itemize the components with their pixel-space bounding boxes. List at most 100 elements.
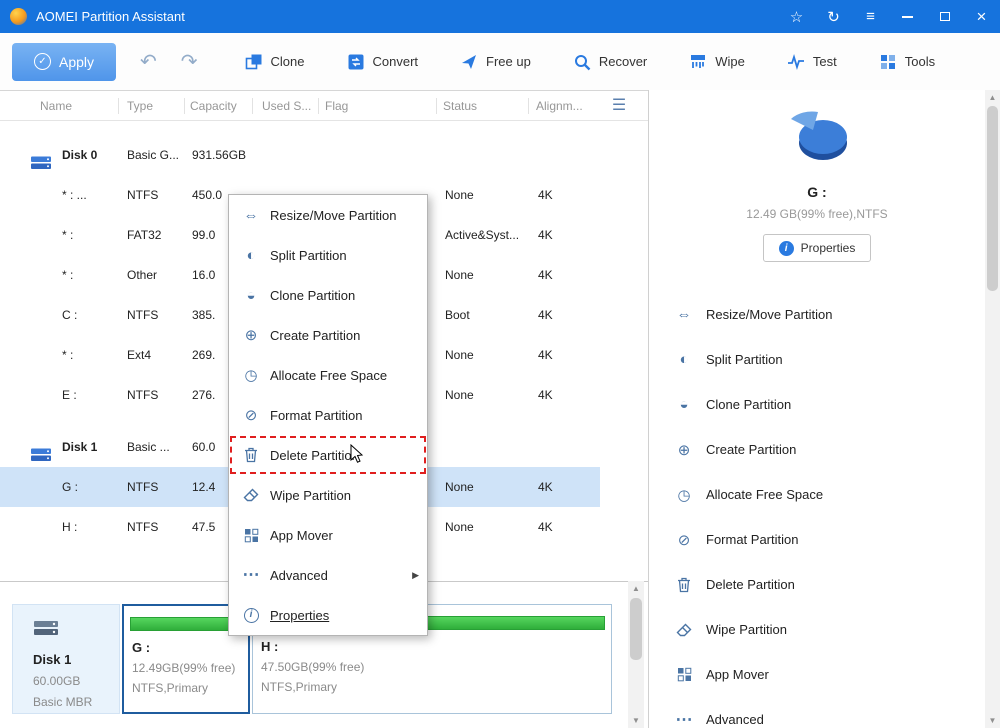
- menu-item-app-mover[interactable]: App Mover: [229, 515, 427, 555]
- cell-status: Boot: [445, 308, 470, 322]
- star-icon[interactable]: ☆: [778, 0, 815, 33]
- menu-item-split-partition[interactable]: Split Partition: [229, 235, 427, 275]
- properties-button[interactable]: i Properties: [763, 234, 871, 262]
- context-menu: Resize/Move Partition Split Partition Cl…: [228, 194, 428, 636]
- scroll-down-icon[interactable]: ▼: [985, 713, 1000, 728]
- scrollbar-thumb[interactable]: [987, 106, 998, 291]
- cell-type: FAT32: [127, 228, 162, 242]
- menu-item-clone-partition[interactable]: Clone Partition: [229, 275, 427, 315]
- cell-capacity: 269.: [192, 348, 216, 362]
- scroll-up-icon[interactable]: ▲: [985, 90, 1000, 105]
- cell-name: * : ...: [62, 188, 87, 202]
- scroll-up-icon[interactable]: ▲: [628, 581, 644, 596]
- partition-pie-chart: [649, 108, 985, 170]
- toolbar-button-recover[interactable]: Recover: [552, 42, 668, 82]
- clone-icon: [242, 287, 260, 304]
- maximize-button[interactable]: [926, 0, 963, 33]
- column-header-alignment[interactable]: Alignm...: [536, 91, 583, 121]
- toolbar-button-label: Clone: [270, 54, 305, 69]
- scrollbar-thumb[interactable]: [630, 598, 642, 660]
- action-label: Wipe Partition: [706, 622, 787, 637]
- action-label: Create Partition: [706, 442, 797, 457]
- action-label: Advanced: [706, 712, 764, 727]
- cell-type: Ext4: [127, 348, 152, 362]
- table-row-disk0[interactable]: Disk 0 Basic G... 931.56GB: [0, 135, 600, 175]
- advanced-icon: [242, 565, 260, 585]
- action-label: App Mover: [706, 667, 769, 682]
- format-icon: [675, 531, 693, 549]
- action-label: Resize/Move Partition: [706, 307, 833, 322]
- cell-status: None: [445, 520, 474, 534]
- toolbar-button-wipe[interactable]: Wipe: [668, 42, 766, 82]
- mouse-cursor: [350, 443, 364, 469]
- menu-item-resize-move-partition[interactable]: Resize/Move Partition: [229, 195, 427, 235]
- cell-status: None: [445, 480, 474, 494]
- freeup-icon: [460, 53, 478, 71]
- column-header-used[interactable]: Used S...: [262, 91, 311, 121]
- undo-icon[interactable]: ↶: [140, 52, 157, 72]
- toolbar-button-clone[interactable]: Clone: [224, 42, 326, 82]
- toolbar-button-convert[interactable]: Convert: [326, 42, 440, 82]
- menu-item-wipe-partition[interactable]: Wipe Partition: [229, 475, 427, 515]
- sidebar-action-clone-partition[interactable]: Clone Partition: [649, 382, 985, 427]
- menu-item-label: Resize/Move Partition: [270, 207, 397, 223]
- app-mover-icon: [675, 667, 693, 682]
- selected-partition-info: 12.49 GB(99% free),NTFS: [746, 207, 888, 221]
- toolbar-button-test[interactable]: Test: [766, 42, 858, 82]
- close-button[interactable]: ×: [963, 0, 1000, 33]
- redo-icon[interactable]: ↷: [181, 52, 198, 72]
- sidebar-action-delete-partition[interactable]: Delete Partition: [649, 562, 985, 607]
- submenu-arrow-icon: ▶: [412, 569, 419, 580]
- header-separator: [252, 98, 253, 114]
- sidebar-action-format-partition[interactable]: Format Partition: [649, 517, 985, 562]
- refresh-icon[interactable]: ↻: [815, 0, 852, 33]
- menu-item-label: Delete Partition: [270, 447, 359, 463]
- minimize-button[interactable]: [889, 0, 926, 33]
- menu-item-format-partition[interactable]: Format Partition: [229, 395, 427, 435]
- header-separator: [118, 98, 119, 114]
- column-header-flag[interactable]: Flag: [325, 91, 348, 121]
- action-label: Delete Partition: [706, 577, 795, 592]
- sidebar-action-advanced[interactable]: Advanced: [649, 697, 985, 728]
- test-icon: [787, 53, 805, 71]
- action-list: Resize/Move Partition Split Partition Cl…: [649, 292, 985, 728]
- cell-status: None: [445, 268, 474, 282]
- toolbar-button-label: Test: [812, 54, 837, 69]
- wipe-icon: [242, 488, 260, 502]
- menu-item-create-partition[interactable]: Create Partition: [229, 315, 427, 355]
- column-options-icon[interactable]: ☰: [606, 91, 632, 121]
- sidebar-action-app-mover[interactable]: App Mover: [649, 652, 985, 697]
- sidebar-action-allocate-free-space[interactable]: Allocate Free Space: [649, 472, 985, 517]
- column-header-type[interactable]: Type: [127, 91, 153, 121]
- properties-icon: [242, 607, 260, 623]
- cell-status: Active&Syst...: [445, 228, 520, 242]
- partition-size: 12.49GB(99% free): [132, 661, 236, 675]
- column-header-name[interactable]: Name: [40, 91, 72, 121]
- right-panel: G : 12.49 GB(99% free),NTFS i Properties…: [648, 90, 985, 728]
- app-title: AOMEI Partition Assistant: [36, 9, 185, 24]
- cell-type: Other: [127, 268, 158, 282]
- toolbar-button-tools[interactable]: Tools: [858, 42, 956, 82]
- sidebar-action-create-partition[interactable]: Create Partition: [649, 427, 985, 472]
- menu-item-allocate-free-space[interactable]: Allocate Free Space: [229, 355, 427, 395]
- app-mover-icon: [242, 528, 260, 543]
- partition-name: H :: [261, 639, 279, 654]
- minimize-icon: [902, 15, 913, 18]
- sidebar-action-resize-move-partition[interactable]: Resize/Move Partition: [649, 292, 985, 337]
- menu-item-advanced[interactable]: Advanced ▶: [229, 555, 427, 595]
- main-scrollbar[interactable]: ▲ ▼: [985, 90, 1000, 728]
- column-header-status[interactable]: Status: [443, 91, 477, 121]
- disk-map-disk1[interactable]: Disk 1 60.00GB Basic MBR: [12, 604, 120, 714]
- scroll-down-icon[interactable]: ▼: [628, 713, 644, 728]
- apply-button[interactable]: ✓ Apply: [12, 42, 116, 81]
- sidebar-action-split-partition[interactable]: Split Partition: [649, 337, 985, 382]
- disk-map-scrollbar[interactable]: ▲ ▼: [628, 581, 644, 728]
- cell-type: NTFS: [127, 480, 159, 494]
- sidebar-action-wipe-partition[interactable]: Wipe Partition: [649, 607, 985, 652]
- cell-capacity: 99.0: [192, 228, 216, 242]
- hamburger-icon[interactable]: ≡: [852, 0, 889, 33]
- menu-item-properties[interactable]: Properties: [229, 595, 427, 635]
- toolbar-button-freeup[interactable]: Free up: [439, 42, 552, 82]
- menu-item-delete-partition[interactable]: Delete Partition: [229, 435, 427, 475]
- column-header-capacity[interactable]: Capacity: [190, 91, 237, 121]
